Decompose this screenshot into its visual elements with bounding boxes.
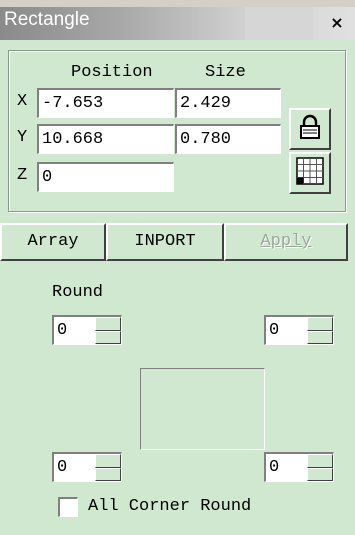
size-header: Size [205,63,246,82]
y-label: Y [17,128,28,147]
round-label: Round [52,283,104,302]
round-top-right-spinner[interactable]: 0 [264,315,334,345]
x-label: X [17,92,28,111]
round-bottom-left-spinner[interactable]: 0 [52,452,122,482]
lock-icon [297,114,323,145]
position-x-field[interactable]: -7.653 [37,88,174,118]
spin-down-button[interactable] [307,330,333,344]
title-bar-highlight [245,7,313,40]
size-y-field[interactable]: 0.780 [175,124,281,154]
spin-up-button[interactable] [307,317,333,331]
apply-button[interactable]: Apply [224,223,348,261]
apply-label: Apply [260,232,312,251]
round-top-left-value: 0 [57,321,68,340]
round-bottom-right-value: 0 [269,458,280,477]
size-x-field[interactable]: 2.429 [175,88,281,118]
all-corner-round-checkbox[interactable] [58,497,78,517]
round-bottom-right-spinner[interactable]: 0 [264,452,334,482]
spin-up-button[interactable] [95,454,121,468]
spin-down-button[interactable] [95,467,121,481]
spin-down-button[interactable] [307,467,333,481]
round-top-right-value: 0 [269,321,280,340]
array-button[interactable]: Array [0,223,106,261]
position-z-field[interactable]: 0 [37,162,174,192]
top-strip [0,0,355,7]
position-y-field[interactable]: 10.668 [37,124,174,154]
all-corner-round-label[interactable]: All Corner Round [88,497,251,516]
spin-down-button[interactable] [95,330,121,344]
grid-button[interactable] [289,152,331,194]
window-title: Rectangle [4,9,90,30]
round-bottom-left-value: 0 [57,458,68,477]
spin-up-button[interactable] [307,454,333,468]
corner-preview [140,368,265,450]
spin-up-button[interactable] [95,317,121,331]
import-button[interactable]: INPORT [106,223,224,261]
position-header: Position [71,63,153,82]
lock-button[interactable] [289,108,331,150]
z-label: Z [17,166,28,185]
close-button[interactable]: × [325,11,349,35]
grid-icon [296,156,324,190]
round-top-left-spinner[interactable]: 0 [52,315,122,345]
